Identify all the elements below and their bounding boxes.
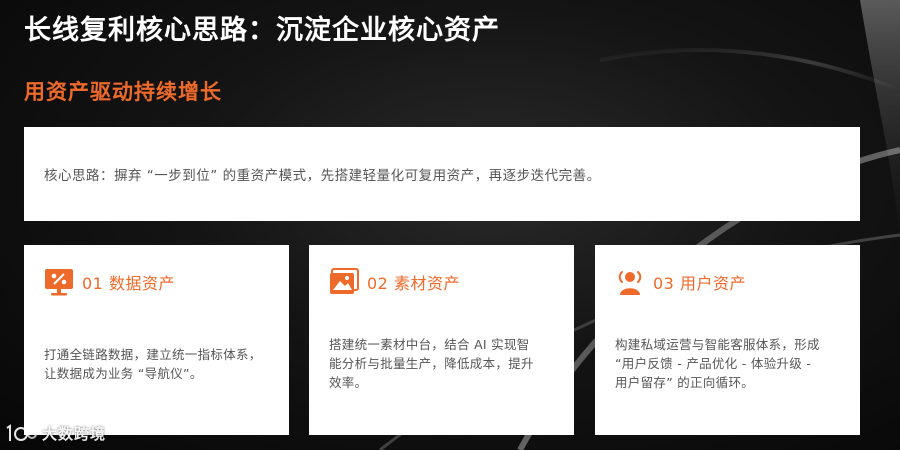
- watermark: 大数跨境: [4, 423, 106, 444]
- card-description: 构建私域运营与智能客服体系，形成 “用户反馈 - 产品优化 - 体验升级 - 用…: [615, 335, 840, 392]
- card-header: 03 用户资产: [615, 267, 840, 297]
- card-data-assets: 01 数据资产 打通全链路数据，建立统一指标体系， 让数据成为业务 “导航仪”。: [24, 245, 289, 435]
- card-description-line: 打通全链路数据，建立统一指标体系，: [44, 347, 262, 362]
- card-title: 01 数据资产: [82, 274, 175, 293]
- card-description-line: 让数据成为业务 “导航仪”。: [44, 366, 203, 381]
- card-description-line: 构建私域运营与智能客服体系，形成: [615, 337, 820, 352]
- card-title: 02 素材资产: [367, 274, 460, 293]
- page-title: 长线复利核心思路：沉淀企业核心资产: [24, 15, 500, 46]
- card-description-line: 用户留存” 的正向循环。: [615, 375, 755, 390]
- card-description-line: 搭建统一素材中台，结合 AI 实现智: [329, 337, 530, 352]
- card-description-line: 效率。: [329, 375, 368, 390]
- card-description: 搭建统一素材中台，结合 AI 实现智 能分析与批量生产，降低成本，提升 效率。: [329, 335, 554, 392]
- core-idea-box: 核心思路：摒弃 “一步到位” 的重资产模式，先搭建轻量化可复用资产，再逐步迭代完…: [24, 127, 860, 221]
- card-description-line: 能分析与批量生产，降低成本，提升: [329, 356, 534, 371]
- card-description-line: “用户反馈 - 产品优化 - 体验升级 -: [615, 356, 812, 371]
- card-description: 打通全链路数据，建立统一指标体系， 让数据成为业务 “导航仪”。: [44, 345, 269, 383]
- page-subtitle: 用资产驱动持续增长: [24, 80, 222, 104]
- chart-screen-icon: [44, 267, 74, 297]
- logo-mark-icon: [6, 423, 37, 441]
- card-material-assets: 02 素材资产 搭建统一素材中台，结合 AI 实现智 能分析与批量生产，降低成本…: [309, 245, 574, 435]
- card-user-assets: 03 用户资产 构建私域运营与智能客服体系，形成 “用户反馈 - 产品优化 - …: [595, 245, 860, 435]
- image-gallery-icon: [329, 267, 359, 297]
- card-title: 03 用户资产: [653, 274, 746, 293]
- core-idea-text: 核心思路：摒弃 “一步到位” 的重资产模式，先搭建轻量化可复用资产，再逐步迭代完…: [44, 168, 601, 184]
- watermark-text: 大数跨境: [42, 425, 107, 443]
- card-header: 02 素材资产: [329, 267, 554, 297]
- user-broadcast-icon: [615, 267, 645, 297]
- card-header: 01 数据资产: [44, 267, 269, 297]
